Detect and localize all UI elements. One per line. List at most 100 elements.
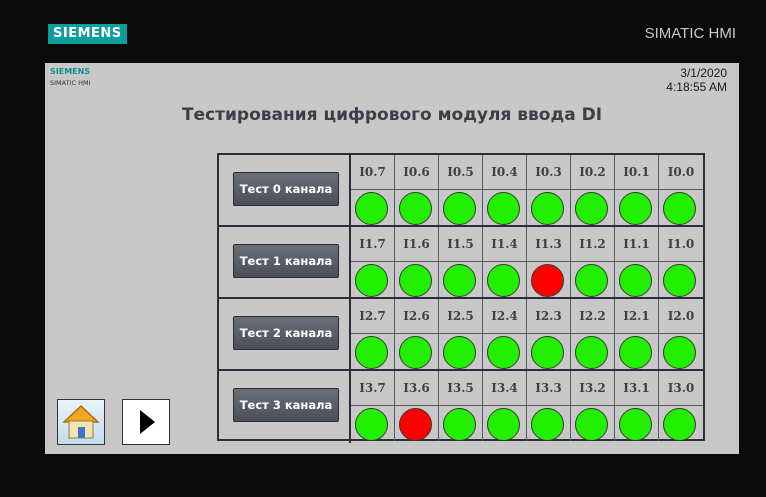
status-led-on (399, 336, 432, 369)
status-led-fault (399, 408, 432, 441)
input-address-label: I1.6 (395, 227, 439, 262)
input-address-label: I3.5 (439, 371, 483, 406)
input-address-label: I0.3 (527, 155, 571, 190)
hmi-screen: SIEMENS SIMATIC HMI 3/1/2020 4:18:55 AM … (45, 63, 739, 454)
input-address-label: I3.2 (571, 371, 615, 406)
test-channel-1-button[interactable]: Тест 1 канала (233, 244, 339, 278)
test-channel-3-button[interactable]: Тест 3 канала (233, 388, 339, 422)
led-cell (351, 406, 395, 441)
status-led-on (575, 408, 608, 441)
led-cell (659, 406, 703, 441)
input-labels-row: I1.7 I1.6 I1.5 I1.4 I1.3 I1.2 I1.1 I1.0 (351, 227, 703, 262)
led-cell (571, 190, 615, 225)
button-cell: Тест 1 канала (219, 227, 351, 297)
date-text: 3/1/2020 (680, 66, 727, 80)
input-address-label: I3.0 (667, 381, 695, 395)
input-address-label: I2.5 (439, 299, 483, 334)
status-led-on (619, 192, 652, 225)
status-led-on (663, 408, 696, 441)
input-address-label: I0.0 (667, 165, 695, 179)
next-screen-button[interactable] (122, 399, 170, 445)
led-cell (395, 262, 439, 297)
status-led-on (531, 336, 564, 369)
input-address-label: I1.0 (667, 237, 695, 251)
input-address-label: I0.7 (351, 155, 395, 190)
product-name: SIMATIC HMI (644, 25, 736, 42)
input-labels-row: I2.7 I2.6 I2.5 I2.4 I2.3 I2.2 I2.1 I2.0 (351, 299, 703, 334)
home-button[interactable] (57, 399, 105, 445)
channel-row-0: Тест 0 канала I0.7 I0.6 I0.5 I0.4 I0.3 I0.2 I0.… (219, 155, 703, 227)
status-led-on (355, 336, 388, 369)
input-leds-row (351, 406, 703, 441)
status-led-on (487, 264, 520, 297)
input-address-label: I3.4 (483, 371, 527, 406)
input-labels-row: I0.7 I0.6 I0.5 I0.4 I0.3 I0.2 I0.1 I0.0 (351, 155, 703, 190)
led-cell (615, 190, 659, 225)
screen-brand: SIEMENS (50, 67, 91, 76)
status-led-fault (531, 264, 564, 297)
di-test-grid: Тест 0 канала I0.7 I0.6 I0.5 I0.4 I0.3 I0.2 I0.… (217, 153, 705, 443)
input-leds-row (351, 262, 703, 297)
input-address-label: I3.1 (615, 371, 659, 406)
led-cell (439, 190, 483, 225)
led-cell (483, 262, 527, 297)
page-title: Тестирования цифрового модуля ввода DI (181, 105, 603, 125)
status-led-on (575, 192, 608, 225)
input-address-label: I2.6 (395, 299, 439, 334)
status-led-on (487, 336, 520, 369)
led-cell (483, 190, 527, 225)
button-cell: Тест 3 канала (219, 371, 351, 443)
led-cell (615, 334, 659, 369)
input-address-label: I1.3 (527, 227, 571, 262)
led-cell (659, 334, 703, 369)
input-address-label: I1.7 (351, 227, 395, 262)
led-cell (571, 406, 615, 441)
test-channel-2-button[interactable]: Тест 2 канала (233, 316, 339, 350)
input-address-label: I2.0 (667, 309, 695, 323)
input-address-label: I1.4 (483, 227, 527, 262)
led-cell (571, 262, 615, 297)
input-address-label: I2.4 (483, 299, 527, 334)
status-led-on (619, 336, 652, 369)
input-address-label: I2.7 (351, 299, 395, 334)
button-cell: Тест 0 канала (219, 155, 351, 225)
led-cell (659, 190, 703, 225)
test-channel-0-button[interactable]: Тест 0 канала (233, 172, 339, 206)
home-icon (62, 404, 100, 439)
led-cell (527, 190, 571, 225)
status-led-on (487, 192, 520, 225)
input-address-label: I2.3 (527, 299, 571, 334)
input-address-label: I0.5 (439, 155, 483, 190)
input-address-label: I1.5 (439, 227, 483, 262)
led-cell (439, 334, 483, 369)
status-led-on (575, 264, 608, 297)
status-led-on (355, 264, 388, 297)
channel-row-3: Тест 3 канала I3.7 I3.6 I3.5 I3.4 I3.3 I3.2 I3.… (219, 371, 703, 443)
led-cell (527, 334, 571, 369)
siemens-logo: SIEMENS (48, 24, 127, 44)
status-led-on (575, 336, 608, 369)
input-address-label: I1.1 (615, 227, 659, 262)
led-cell (483, 334, 527, 369)
status-led-on (443, 336, 476, 369)
input-address-label: I0.1 (615, 155, 659, 190)
input-address-label: I0.2 (571, 155, 615, 190)
led-cell (395, 334, 439, 369)
status-led-on (399, 264, 432, 297)
status-led-on (443, 264, 476, 297)
time-text: 4:18:55 AM (666, 80, 727, 94)
status-led-on (531, 192, 564, 225)
datetime-display: 3/1/2020 4:18:55 AM (666, 66, 727, 94)
channel-row-2: Тест 2 канала I2.7 I2.6 I2.5 I2.4 I2.3 I2.2 I2.… (219, 299, 703, 371)
led-cell (615, 406, 659, 441)
input-leds-row (351, 190, 703, 225)
status-led-on (399, 192, 432, 225)
status-led-on (355, 408, 388, 441)
input-address-label: I1.2 (571, 227, 615, 262)
led-cell (439, 406, 483, 441)
input-address-label: I2.1 (615, 299, 659, 334)
status-led-on (663, 192, 696, 225)
play-arrow-icon (140, 410, 155, 434)
input-address-label: I3.6 (395, 371, 439, 406)
led-cell (351, 190, 395, 225)
